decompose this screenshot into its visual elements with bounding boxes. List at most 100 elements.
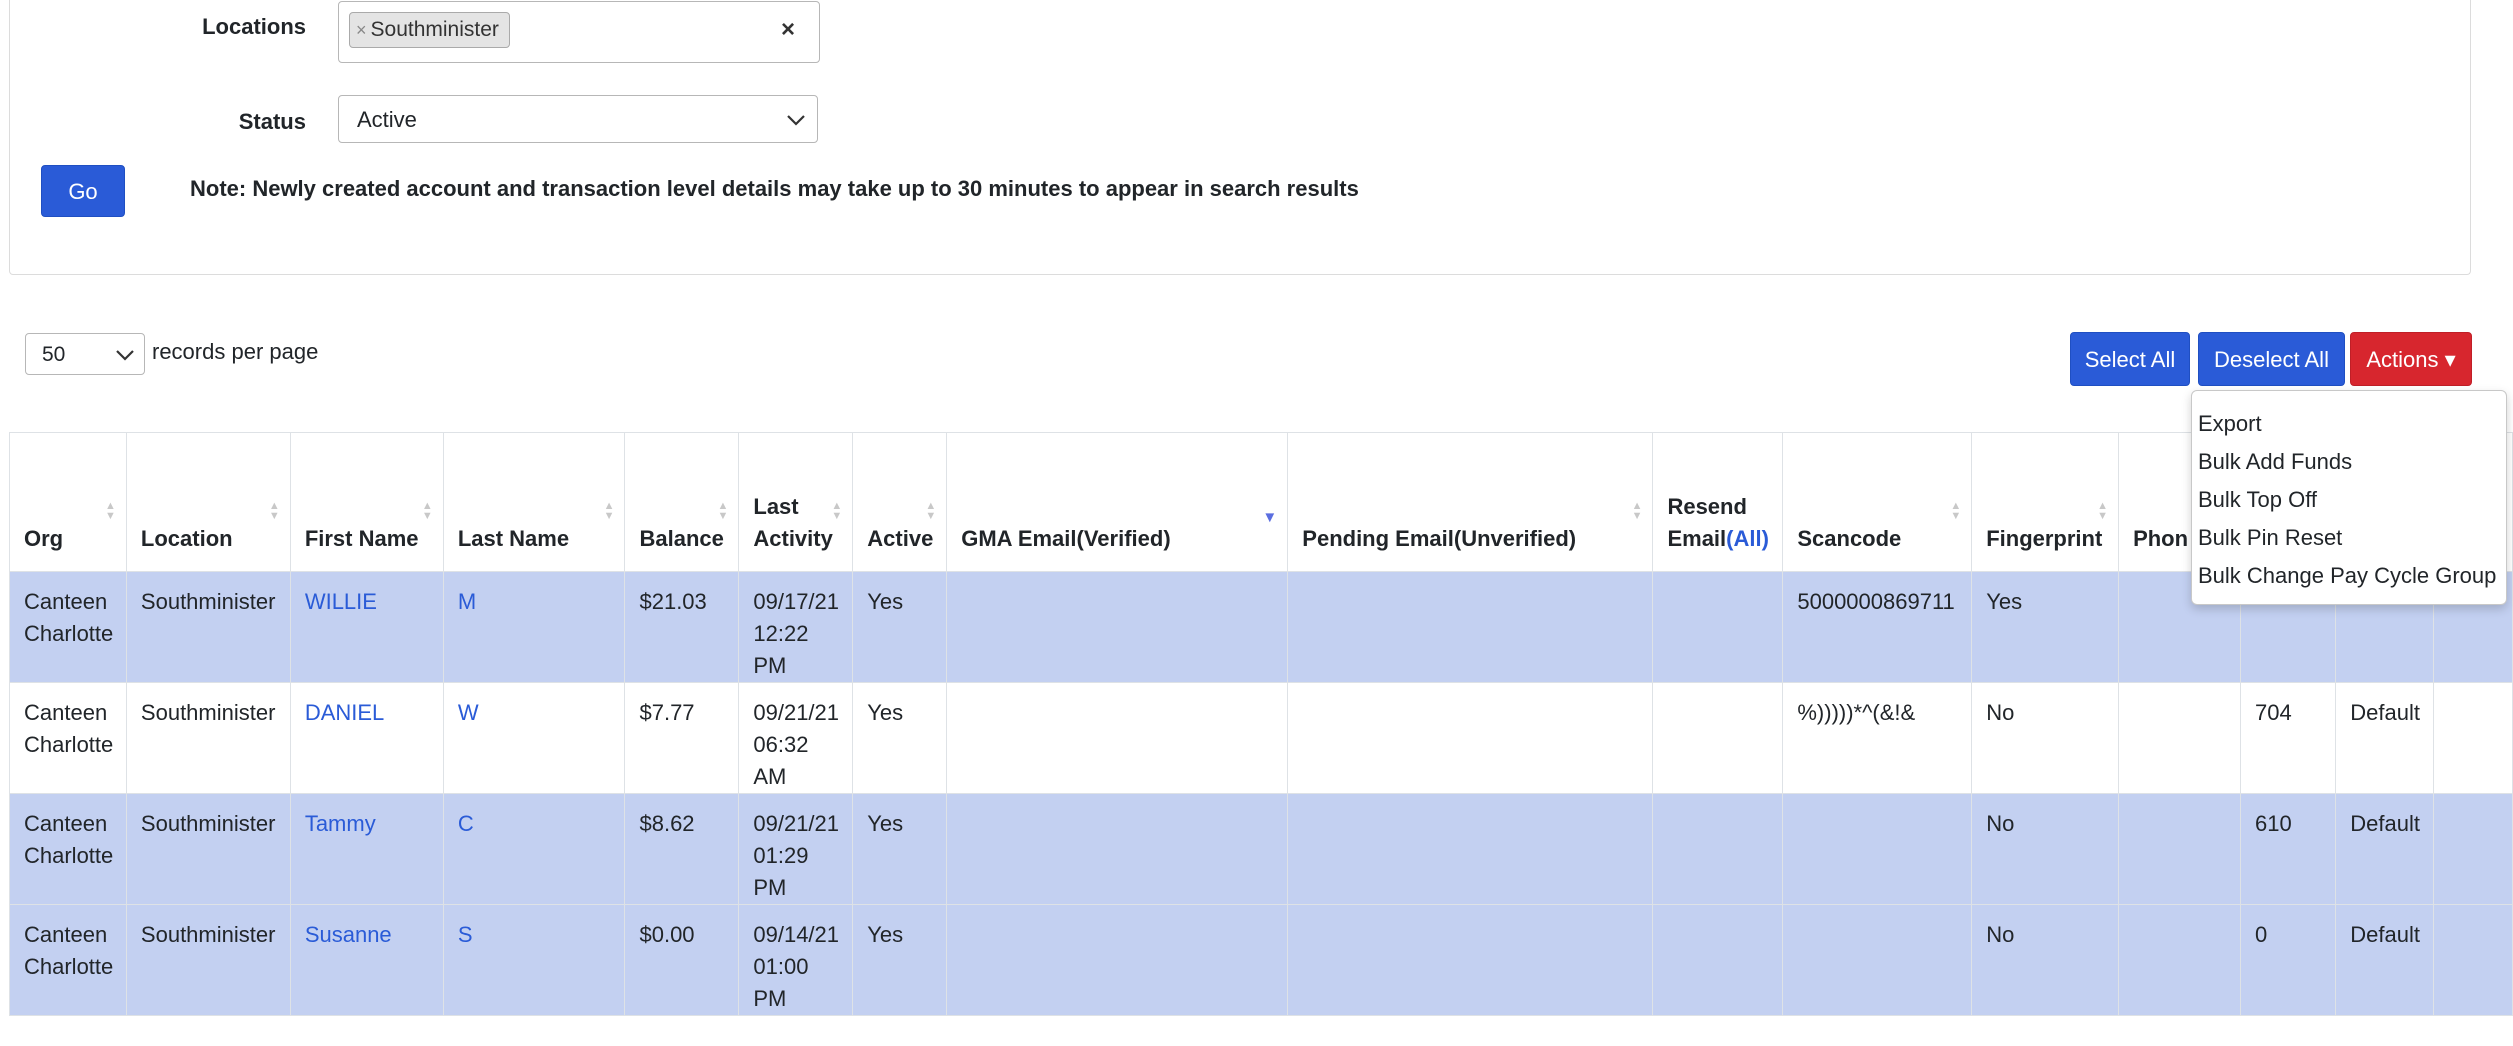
- last-name-link[interactable]: C: [458, 811, 474, 836]
- col-header-last-name[interactable]: Last Name ▲ ▼: [442, 432, 626, 572]
- cell-last-activity: 09/17/21 12:22 PM: [738, 571, 854, 683]
- menu-item-bulk-top-off[interactable]: Bulk Top Off: [2192, 481, 2506, 519]
- cell-last-activity: 09/21/21 06:32 AM: [738, 682, 854, 794]
- col-header-active[interactable]: Active ▲ ▼: [852, 432, 948, 572]
- sort-icon: ▲ ▼: [831, 500, 843, 522]
- first-name-link[interactable]: WILLIE: [305, 589, 377, 614]
- sort-icon: ▲ ▼: [925, 500, 937, 522]
- cell-c2: Default: [2335, 904, 2435, 1016]
- cell-last-name: C: [442, 793, 626, 905]
- go-button[interactable]: Go: [41, 165, 125, 217]
- status-select[interactable]: Active: [338, 95, 818, 143]
- col-header-gma-email[interactable]: GMA Email(Verified) ▼: [946, 432, 1289, 572]
- cell-first-name: DANIEL: [289, 682, 444, 794]
- resend-all-link[interactable]: (All): [1726, 526, 1769, 551]
- table-row[interactable]: Canteen Charlotte Southminister Tammy C $…: [9, 793, 2513, 905]
- cell-scancode: [1782, 793, 1973, 905]
- filter-panel: Locations × Southminister × Status Activ…: [9, 0, 2471, 275]
- sort-icon: ▲ ▼: [421, 500, 433, 522]
- table-row[interactable]: Canteen Charlotte Southminister Susanne S…: [9, 904, 2513, 1016]
- chip-remove-icon[interactable]: ×: [356, 13, 367, 47]
- locations-multiselect[interactable]: × Southminister ×: [338, 1, 820, 63]
- cell-resend-email: [1652, 793, 1784, 905]
- cell-gma-email: [946, 793, 1289, 905]
- cell-balance: $8.62: [624, 793, 740, 905]
- last-name-link[interactable]: W: [458, 700, 479, 725]
- cell-c2: Default: [2335, 793, 2435, 905]
- cell-active: Yes: [852, 571, 948, 683]
- menu-item-export[interactable]: Export: [2192, 405, 2506, 443]
- cell-resend-email: [1652, 682, 1784, 794]
- cell-active: Yes: [852, 904, 948, 1016]
- cell-fingerprint: Yes: [1971, 571, 2120, 683]
- table-row[interactable]: Canteen Charlotte Southminister WILLIE M …: [9, 571, 2513, 683]
- sort-icon: ▲ ▼: [268, 500, 280, 522]
- locations-label: Locations: [202, 14, 306, 39]
- menu-item-bulk-change-pay-cycle-group[interactable]: Bulk Change Pay Cycle Group: [2192, 557, 2506, 595]
- select-all-button[interactable]: Select All: [2070, 332, 2190, 386]
- status-select-value: Active: [357, 107, 417, 132]
- table-header-row: Org ▲ ▼ Location ▲ ▼ First Name ▲ ▼ Last Name ▲…: [9, 432, 2513, 572]
- first-name-link[interactable]: Tammy: [305, 811, 376, 836]
- col-header-balance[interactable]: Balance ▲ ▼: [624, 432, 740, 572]
- records-per-page-label: records per page: [152, 339, 319, 364]
- cell-gma-email: [946, 571, 1289, 683]
- cell-resend-email: [1652, 571, 1784, 683]
- cell-scancode: %)))))*^(&!&: [1782, 682, 1973, 794]
- cell-org: Canteen Charlotte: [9, 571, 127, 683]
- cell-pending-email: [1287, 682, 1654, 794]
- sort-icon: ▲ ▼: [2097, 500, 2109, 522]
- cell-phone: [2118, 904, 2242, 1016]
- sort-icon: ▲ ▼: [1631, 500, 1643, 522]
- cell-org: Canteen Charlotte: [9, 682, 127, 794]
- records-per-page-select[interactable]: 50: [25, 333, 145, 375]
- col-header-pending-email[interactable]: Pending Email(Unverified) ▲ ▼: [1287, 432, 1654, 572]
- deselect-all-button[interactable]: Deselect All: [2198, 332, 2345, 386]
- cell-phone: [2118, 793, 2242, 905]
- location-chip-label: Southminister: [370, 18, 499, 41]
- last-name-link[interactable]: S: [458, 922, 473, 947]
- col-header-first-name[interactable]: First Name ▲ ▼: [289, 432, 444, 572]
- cell-org: Canteen Charlotte: [9, 793, 127, 905]
- cell-phone: [2118, 682, 2242, 794]
- chevron-down-icon: [785, 96, 807, 161]
- cell-gma-email: [946, 682, 1289, 794]
- cell-pending-email: [1287, 793, 1654, 905]
- search-note: Note: Newly created account and transact…: [190, 176, 1359, 201]
- last-name-link[interactable]: M: [458, 589, 476, 614]
- cell-c3: [2433, 682, 2513, 794]
- cell-scancode: 5000000869711: [1782, 571, 1973, 683]
- col-header-location[interactable]: Location ▲ ▼: [125, 432, 291, 572]
- menu-item-bulk-add-funds[interactable]: Bulk Add Funds: [2192, 443, 2506, 481]
- cell-scancode: [1782, 904, 1973, 1016]
- cell-last-activity: 09/21/21 01:29 PM: [738, 793, 854, 905]
- cell-location: Southminister: [125, 682, 291, 794]
- cell-first-name: Susanne: [289, 904, 444, 1016]
- actions-button[interactable]: Actions ▾: [2350, 332, 2472, 386]
- cell-last-name: S: [442, 904, 626, 1016]
- cell-location: Southminister: [125, 904, 291, 1016]
- col-header-last-activity[interactable]: Last Activity ▲ ▼: [738, 432, 854, 572]
- cell-c2: Default: [2335, 682, 2435, 794]
- sort-desc-icon: ▼: [1262, 509, 1278, 526]
- first-name-link[interactable]: DANIEL: [305, 700, 384, 725]
- location-chip[interactable]: × Southminister: [349, 12, 510, 48]
- cell-resend-email: [1652, 904, 1784, 1016]
- menu-item-bulk-pin-reset[interactable]: Bulk Pin Reset: [2192, 519, 2506, 557]
- chevron-down-icon: [114, 334, 136, 391]
- actions-dropdown-menu: Export Bulk Add Funds Bulk Top Off Bulk …: [2191, 390, 2507, 605]
- cell-last-name: W: [442, 682, 626, 794]
- table-row[interactable]: Canteen Charlotte Southminister DANIEL W …: [9, 682, 2513, 794]
- status-label: Status: [238, 109, 306, 134]
- col-header-scancode[interactable]: Scancode ▲ ▼: [1782, 432, 1973, 572]
- cell-balance: $21.03: [624, 571, 740, 683]
- clear-locations-icon[interactable]: ×: [781, 16, 795, 44]
- col-header-org[interactable]: Org ▲ ▼: [9, 432, 127, 572]
- cell-gma-email: [946, 904, 1289, 1016]
- records-per-page-value: 50: [42, 343, 66, 366]
- first-name-link[interactable]: Susanne: [305, 922, 392, 947]
- sort-icon: ▲ ▼: [603, 500, 615, 522]
- sort-icon: ▲ ▼: [105, 500, 116, 522]
- sort-icon: ▲ ▼: [1950, 500, 1962, 522]
- col-header-fingerprint[interactable]: Fingerprint ▲ ▼: [1971, 432, 2120, 572]
